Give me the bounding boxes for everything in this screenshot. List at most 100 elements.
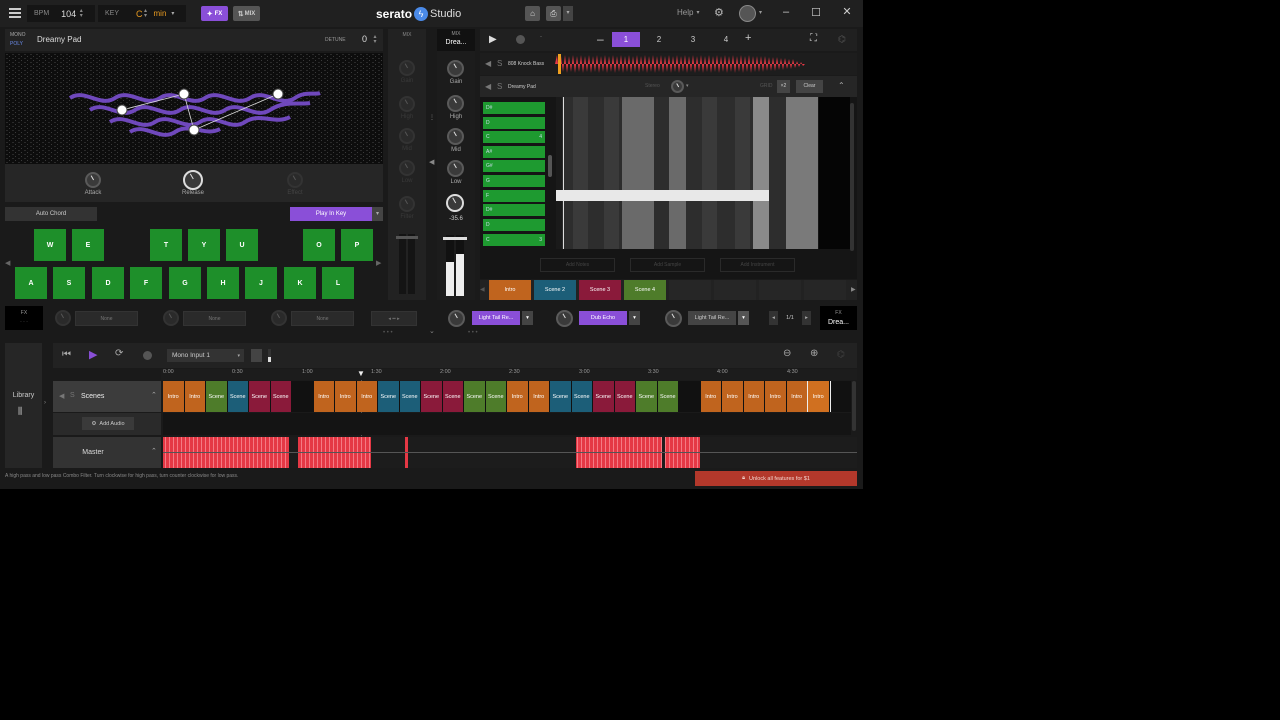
key-u[interactable]: U [226, 229, 258, 261]
key-l[interactable]: L [322, 267, 354, 299]
timeline-scene-block[interactable]: Scene [442, 381, 464, 412]
timeline-scene-block[interactable]: Scene [593, 381, 615, 412]
note-block[interactable] [556, 190, 769, 201]
timeline-scene-block[interactable]: Intro [163, 381, 185, 412]
grid-scrollbar[interactable] [850, 103, 854, 251]
attack-knob[interactable] [85, 172, 101, 188]
stereo-knob[interactable] [671, 80, 684, 93]
library-expand-icon[interactable]: › [44, 400, 46, 406]
fx-slot-1-knob[interactable] [55, 310, 71, 326]
fx-1-knob[interactable] [448, 310, 465, 327]
gain-knob[interactable] [447, 60, 464, 77]
pattern-3-button[interactable]: 3 [679, 32, 707, 47]
user-avatar-icon[interactable] [739, 5, 756, 22]
key-t[interactable]: T [150, 229, 182, 261]
fx-slot-3-select[interactable]: None [291, 311, 354, 326]
key-o[interactable]: O [303, 229, 335, 261]
fx-page-next-icon[interactable]: ▸ [802, 311, 811, 325]
collapse-left-icon[interactable]: ◀ [429, 158, 434, 166]
add-instrument-button[interactable]: Add Instrument [720, 258, 795, 272]
timeline-scene-block[interactable]: Intro [507, 381, 529, 412]
track-808-knock-bass[interactable]: ◀ S 808 Knock Bass [480, 53, 857, 75]
key-s[interactable]: S [53, 267, 85, 299]
timeline-scene-block[interactable]: Scene [399, 381, 421, 412]
account-dropdown-icon[interactable]: ▾ [759, 9, 762, 16]
scene-empty[interactable] [669, 280, 711, 300]
key-p[interactable]: P [341, 229, 373, 261]
song-play-icon[interactable]: ▶ [89, 348, 97, 361]
song-record-icon[interactable] [143, 351, 152, 360]
key-a[interactable]: A [15, 267, 47, 299]
bpm-control[interactable]: BPM 104 ▴ ▾ [27, 5, 95, 22]
maximize-icon[interactable]: ☐ [801, 6, 831, 19]
skip-back-icon[interactable]: ⏮ [62, 349, 71, 360]
hamburger-menu-icon[interactable] [9, 7, 21, 19]
note-row[interactable]: F [483, 190, 545, 202]
song-playhead-marker-icon[interactable]: ▼ [357, 369, 365, 378]
scenes-timeline-lane[interactable]: Intro Intro Scene Scene Scene Scene Intro Intro… [163, 381, 851, 412]
grid-value[interactable]: ×2 [777, 80, 790, 93]
note-row[interactable]: C4 [483, 131, 545, 143]
unlock-banner[interactable]: 🔒︎ Unlock all features for $1 [695, 471, 857, 486]
add-notes-button[interactable]: Add Notes [540, 258, 615, 272]
zoom-out-icon[interactable]: ⊖ [783, 348, 791, 359]
add-audio-button[interactable]: ⚙ Add Audio [82, 417, 134, 430]
splitter-dots[interactable]: • • • [468, 330, 478, 336]
key-h[interactable]: H [207, 267, 239, 299]
channel-name[interactable]: Drea... [437, 39, 475, 46]
timeline-scene-block[interactable]: Intro [743, 381, 765, 412]
timeline-scene-block[interactable]: Scene [657, 381, 679, 412]
timeline-scene-block[interactable]: Scene [206, 381, 228, 412]
low-knob[interactable] [447, 160, 464, 177]
timeline-scene-block[interactable]: Intro [786, 381, 808, 412]
record-icon[interactable] [516, 35, 525, 44]
scene-empty[interactable] [759, 280, 801, 300]
play-in-key-button[interactable]: Play In Key [290, 207, 372, 221]
scene-4[interactable]: Scene 4 [624, 280, 666, 300]
timeline-scene-block[interactable] [679, 381, 701, 412]
collapse-up-icon[interactable]: ⌃ [838, 81, 845, 90]
fx-slot-1-select[interactable]: None [75, 311, 138, 326]
fx-slot-2-select[interactable]: None [183, 311, 246, 326]
instrument-name[interactable]: Dreamy Pad [37, 35, 81, 44]
pattern-remove-icon[interactable]: – [597, 32, 604, 46]
add-sample-button[interactable]: Add Sample [630, 258, 705, 272]
scale-value[interactable]: min [154, 9, 167, 18]
fx-2-dropdown-icon[interactable]: ▾ [629, 311, 640, 325]
timeline-scene-block[interactable]: Scene [421, 381, 443, 412]
fx-left-pager[interactable]: ◂ ▪▪ ▸ [371, 311, 417, 326]
note-row[interactable]: C3 [483, 234, 545, 246]
stereo-dropdown-icon[interactable]: ▾ [686, 83, 689, 89]
timeline-scene-block[interactable]: Intro [528, 381, 550, 412]
key-f[interactable]: F [130, 267, 162, 299]
note-row[interactable]: D [483, 219, 545, 231]
key-d[interactable]: D [92, 267, 124, 299]
timeline-scene-block[interactable]: Scene [614, 381, 636, 412]
play-in-key-dropdown-icon[interactable]: ▾ [372, 207, 383, 221]
scene-3[interactable]: Scene 3 [579, 280, 621, 300]
mono-toggle[interactable]: MONO [10, 32, 26, 38]
note-row[interactable]: D# [483, 102, 545, 114]
filter-knob[interactable] [446, 194, 464, 212]
audio-lane[interactable] [163, 413, 851, 435]
scale-dropdown-icon[interactable]: ▾ [171, 10, 174, 17]
timeline-ruler[interactable]: 0:00 0:30 1:00 1:30 2:00 2:30 3:00 3:30 … [161, 369, 857, 380]
detune-value[interactable]: 0 [362, 34, 367, 44]
pattern-1-button[interactable]: 1 [612, 32, 640, 47]
timeline-scene-block[interactable]: Scene [270, 381, 292, 412]
timeline-scene-block[interactable]: Scene [636, 381, 658, 412]
scenes-track-header[interactable]: ◀ S Scenes ⌃ [53, 381, 161, 412]
volume-fader-handle[interactable] [443, 237, 467, 240]
timeline-settings-icon[interactable]: ⌬ [837, 349, 845, 360]
pattern-add-icon[interactable]: + [745, 32, 751, 44]
fx-page-prev-icon[interactable]: ◂ [769, 311, 778, 325]
mix-view-button[interactable]: ⇅ MIX [233, 6, 260, 21]
scenes-right-arrow-icon[interactable]: ▶ [851, 286, 856, 293]
scenes-left-arrow-icon[interactable]: ◀ [480, 286, 485, 293]
timeline-scrollbar[interactable] [852, 381, 856, 431]
timeline-scene-block[interactable]: Intro [722, 381, 744, 412]
timeline-scene-block[interactable] [292, 381, 314, 412]
scene-empty[interactable] [804, 280, 846, 300]
fx-1-select[interactable]: Light Tail Re... [472, 311, 520, 325]
timeline-scene-block[interactable]: Intro [335, 381, 357, 412]
